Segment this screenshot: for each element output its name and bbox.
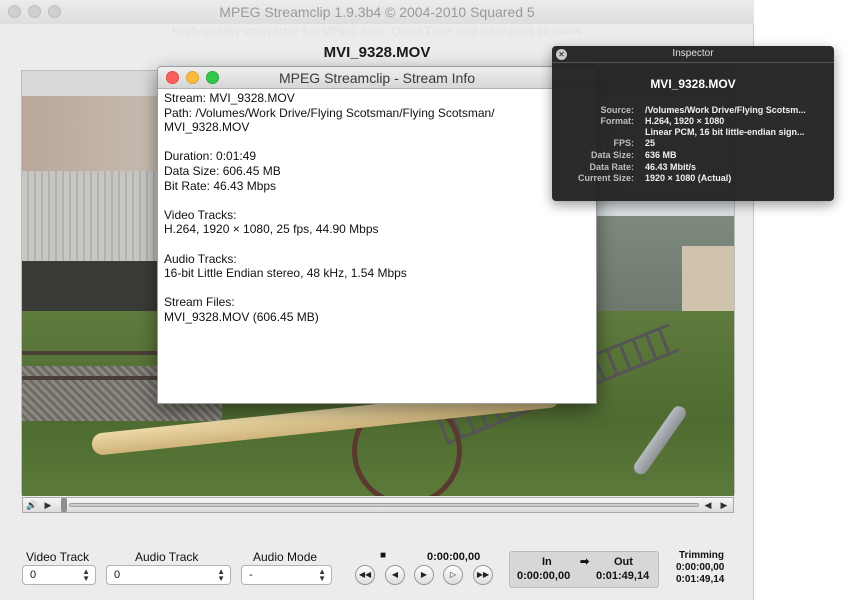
inspector-value: 636 MB [645, 150, 677, 160]
info-line: Stream: MVI_9328.MOV [164, 91, 295, 105]
trimming-label: Trimming [679, 550, 725, 561]
in-label: In [542, 556, 552, 568]
rewind-button[interactable]: ◀◀ [355, 565, 375, 585]
info-line: H.264, 1920 × 1080, 25 fps, 44.90 Mbps [164, 222, 379, 237]
out-time[interactable]: 0:01:49,14 [596, 570, 649, 582]
trimming-start: 0:00:00,00 [676, 562, 725, 573]
inspector-row-format-audio: Linear PCM, 16 bit little-endian sign... [552, 127, 834, 138]
play-button[interactable]: ▶ [414, 565, 434, 585]
info-line: Duration: 0:01:49 [164, 149, 257, 164]
inspector-key: Source: [600, 105, 634, 115]
main-titlebar: MPEG Streamclip 1.9.3b4 © 2004-2010 Squa… [0, 0, 754, 24]
video-track-value: 0 [30, 569, 37, 581]
inspector-value: H.264, 1920 × 1080 [645, 116, 725, 126]
inspector-value: Linear PCM, 16 bit little-endian sign... [645, 127, 805, 137]
inspector-key: Format: [600, 116, 635, 126]
inspector-key: Data Size: [590, 150, 634, 160]
audio-track-label: Audio Track [135, 550, 199, 564]
inspector-value: 46.43 Mbit/s [645, 162, 697, 172]
trimming-end: 0:01:49,14 [676, 574, 725, 585]
inspector-value: 25 [645, 138, 656, 148]
info-line: MVI_9328.MOV [164, 120, 250, 135]
inspector-row-current-size: Current Size: 1920 × 1080 (Actual) [552, 173, 834, 184]
stepper-arrows-icon: ▲ ▼ [82, 567, 90, 583]
info-line: Audio Tracks: [164, 251, 237, 266]
timeline-scrubber[interactable]: 🔊 ▶ ◀ ▶ [22, 497, 734, 513]
info-line: Video Tracks: [164, 207, 237, 222]
video-rail [22, 351, 172, 355]
audio-track-select[interactable]: 0 ▲ ▼ [106, 565, 231, 585]
info-line: Data Size: 606.45 MB [164, 163, 281, 178]
info-line: MVI_9328.MOV (606.45 MB) [164, 309, 319, 324]
step-forward-button[interactable]: ▷ [443, 565, 463, 585]
info-line: Stream Files: [164, 295, 235, 310]
info-line: Bit Rate: 46.43 Mbps [164, 178, 277, 193]
arrow-icon: ➡ [580, 556, 590, 568]
window-title: MPEG Streamclip 1.9.3b4 © 2004-2010 Squa… [219, 4, 535, 20]
stream-info-window: MPEG Streamclip - Stream Info Stream: MV… [157, 66, 597, 404]
stream-info-titlebar[interactable]: MPEG Streamclip - Stream Info [158, 67, 596, 89]
inspector-key: FPS: [613, 138, 634, 148]
inspector-title: Inspector [672, 48, 714, 59]
playhead-thumb[interactable] [61, 498, 67, 512]
video-track-select[interactable]: 0 ▲ ▼ [22, 565, 96, 585]
stream-info-text: Stream: MVI_9328.MOV Path: /Volumes/Work… [164, 91, 592, 325]
fast-forward-button[interactable]: ▶▶ [473, 565, 493, 585]
inspector-file-name: MVI_9328.MOV [650, 77, 736, 91]
info-line: 16-bit Little Endian stereo, 48 kHz, 1.5… [164, 266, 407, 281]
video-track-label: Video Track [26, 550, 90, 564]
stop-icon[interactable]: ■ [380, 550, 386, 561]
inspector-row-fps: FPS: 25 [552, 138, 834, 149]
audio-mode-label: Audio Mode [253, 550, 318, 564]
inspector-value: 1920 × 1080 (Actual) [645, 173, 732, 183]
audio-track-value: 0 [114, 569, 121, 581]
inspector-key: Current Size: [577, 173, 634, 183]
info-line: Path: /Volumes/Work Drive/Flying Scotsma… [164, 105, 495, 120]
inspector-divider [552, 62, 834, 63]
inspector-panel: ✕ Inspector MVI_9328.MOV Source: /Volume… [552, 46, 834, 201]
stepper-arrows-icon: ▲ ▼ [318, 567, 326, 583]
stepper-arrows-icon: ▲ ▼ [217, 567, 225, 583]
inspector-row-source: Source: /Volumes/Work Drive/Flying Scots… [552, 105, 834, 116]
inspector-row-data-size: Data Size: 636 MB [552, 150, 834, 161]
volume-icon[interactable]: 🔊 [25, 498, 39, 512]
step-back-icon[interactable]: ◀ [701, 498, 715, 512]
audio-mode-value: - [249, 569, 253, 581]
current-time: 0:00:00,00 [427, 551, 481, 563]
step-forward-end-icon[interactable]: ▶ [717, 498, 731, 512]
window-subtitle: High-quality converter for MPEG files, Q… [171, 24, 583, 38]
step-back-button[interactable]: ◀ [385, 565, 405, 585]
step-forward-icon[interactable]: ▶ [41, 498, 55, 512]
timeline-track[interactable] [69, 503, 699, 507]
video-rail [22, 376, 172, 380]
inspector-key: Data Rate: [589, 162, 634, 172]
video-shed [22, 171, 172, 261]
inspector-row-data-rate: Data Rate: 46.43 Mbit/s [552, 162, 834, 173]
in-time[interactable]: 0:00:00,00 [517, 570, 570, 582]
video-building-right [682, 246, 734, 316]
inspector-row-format: Format: H.264, 1920 × 1080 [552, 116, 834, 127]
inspector-value: /Volumes/Work Drive/Flying Scotsm... [645, 105, 806, 115]
audio-mode-select[interactable]: - ▲ ▼ [241, 565, 332, 585]
out-label: Out [614, 556, 633, 568]
stream-info-title: MPEG Streamclip - Stream Info [278, 70, 476, 86]
